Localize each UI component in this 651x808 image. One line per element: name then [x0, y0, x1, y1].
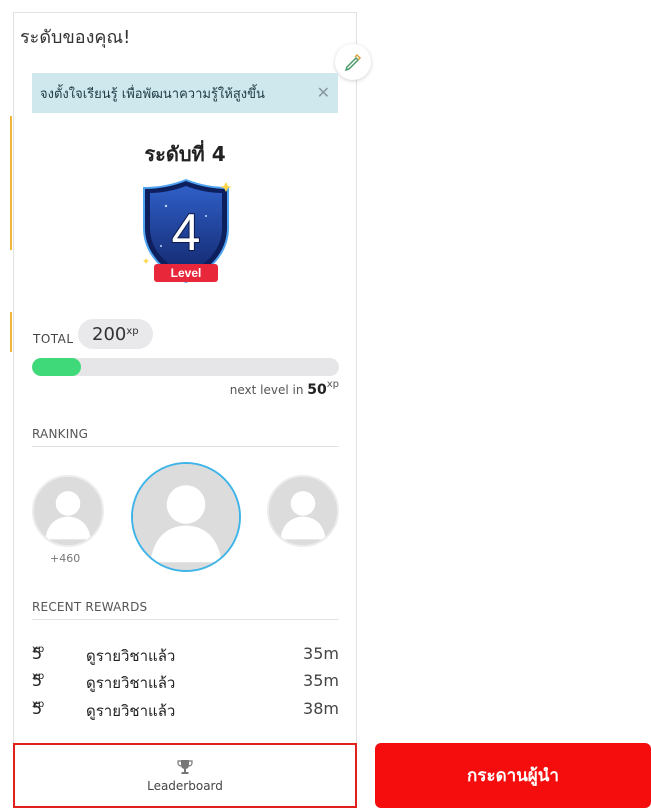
reward-desc: ดูรายวิชาแล้ว: [86, 647, 176, 665]
badge-number: 4: [172, 204, 201, 262]
trophy-icon: [177, 759, 193, 774]
reward-desc: ดูรายวิชาแล้ว: [86, 702, 176, 720]
badge-label: Level: [171, 266, 202, 280]
xp-unit: xp: [32, 644, 45, 655]
level-progress-bar: [32, 358, 339, 376]
reward-row: 5 xp ดูรายวิชาแล้ว 38m: [32, 699, 339, 723]
ranking-label: RANKING: [32, 427, 339, 447]
leaderboard-label: Leaderboard: [147, 778, 223, 793]
xp-unit: xp: [126, 325, 139, 337]
reward-xp: 5 xp: [32, 671, 45, 690]
pencil-float-button[interactable]: [335, 44, 371, 80]
user-placeholder-icon: [34, 477, 102, 545]
reward-time: 35m: [303, 671, 339, 690]
reward-row: 5 xp ดูรายวิชาแล้ว 35m: [32, 671, 339, 695]
reward-xp: 5 xp: [32, 644, 45, 663]
recent-rewards-label: RECENT REWARDS: [32, 600, 339, 620]
total-xp-value: 200: [92, 323, 127, 345]
reward-desc: ดูรายวิชาแล้ว: [86, 674, 176, 692]
next-level-prefix: next level in: [229, 383, 304, 397]
user-placeholder-icon: [133, 464, 239, 570]
ranking-avatar-current[interactable]: [131, 462, 241, 572]
reward-time: 38m: [303, 699, 339, 718]
reward-row: 5 xp ดูรายวิชาแล้ว 35m: [32, 644, 339, 668]
panel-title: ระดับของคุณ!: [20, 27, 131, 48]
level-progress-fill: [32, 358, 82, 376]
close-icon[interactable]: ✕: [317, 85, 330, 101]
xp-unit: xp: [326, 379, 339, 390]
user-placeholder-icon: [269, 477, 337, 545]
leaderboard-button[interactable]: Leaderboard: [13, 743, 357, 808]
pencil-icon: [344, 53, 362, 72]
xp-unit: xp: [32, 699, 45, 710]
level-title: ระดับที่ 4: [144, 142, 226, 166]
accent-mark: [10, 312, 12, 352]
next-level-value: 50: [307, 382, 327, 398]
leaderboard-cta-button[interactable]: กระดานผู้นำ: [375, 743, 651, 808]
ranking-avatar-below[interactable]: [267, 475, 339, 547]
rank-delta: +460: [50, 552, 81, 565]
ranking-avatar-above[interactable]: [32, 475, 104, 547]
banner-text: จงตั้งใจเรียนรู้ เพื่อพัฒนาความรู้ให้สูง…: [40, 86, 265, 102]
reward-xp: 5 xp: [32, 699, 45, 718]
motivation-banner: จงตั้งใจเรียนรู้ เพื่อพัฒนาความรู้ให้สูง…: [32, 73, 338, 113]
total-xp-pill: 200 xp: [78, 319, 153, 349]
level-badge: 4 Level: [143, 178, 232, 284]
next-level-text: next level in 50xp: [0, 379, 339, 398]
sparkle-icon: [143, 258, 149, 264]
total-label: TOTAL: [33, 332, 74, 346]
accent-mark: [10, 116, 12, 250]
xp-unit: xp: [32, 671, 45, 682]
reward-time: 35m: [303, 644, 339, 663]
